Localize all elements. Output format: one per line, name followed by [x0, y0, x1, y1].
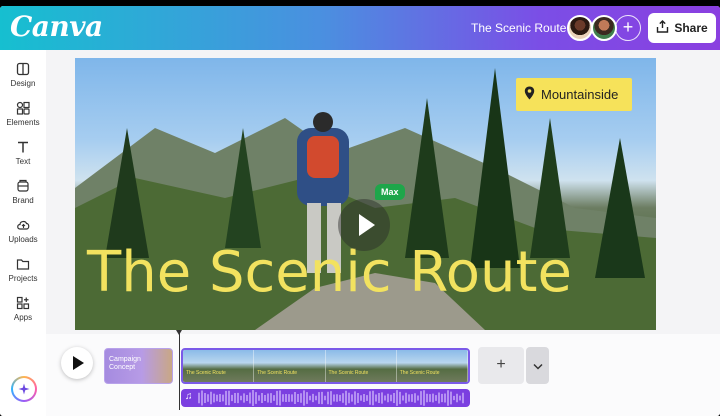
sidebar-item-label: Text [15, 157, 31, 166]
projects-icon [16, 255, 30, 273]
sidebar-item-label: Elements [6, 118, 40, 127]
sidebar-item-brand[interactable]: Brand [0, 177, 46, 213]
add-collaborator-button[interactable]: + [615, 15, 641, 41]
collaborator-avatar[interactable] [567, 15, 593, 41]
app-window: Canva The Scenic Route + Share Design El… [0, 6, 720, 416]
brand-icon [16, 177, 30, 195]
clip-thumbnail: The Scenic Route [396, 350, 468, 382]
music-note-icon: ♫ [185, 391, 193, 402]
sparkle-icon [13, 378, 35, 400]
clip-thumbnail: The Scenic Route [183, 350, 255, 382]
headline-text[interactable]: The Scenic Route [87, 240, 572, 305]
sidebar-item-label: Uploads [8, 235, 38, 244]
sidebar-item-text[interactable]: Text [0, 138, 46, 174]
timeline-clip-main[interactable]: The Scenic Route The Scenic Route The Sc… [181, 348, 470, 384]
location-pin-icon [524, 86, 535, 103]
audio-track[interactable]: ♫ [181, 389, 470, 407]
magic-assistant-button[interactable] [11, 376, 37, 402]
sidebar-item-apps[interactable]: Apps [0, 294, 46, 330]
collaborator-avatar[interactable] [591, 15, 617, 41]
timeline-options-button[interactable] [526, 347, 549, 384]
collaborator-cursor: Max [375, 184, 405, 200]
uploads-icon [16, 216, 31, 234]
sidebar-item-design[interactable]: Design [0, 60, 46, 96]
elements-icon [16, 99, 30, 117]
location-tag-label: Mountainside [541, 87, 619, 102]
clip-thumbnail: The Scenic Route [254, 350, 326, 382]
text-icon [16, 138, 30, 156]
timeline-play-button[interactable] [61, 347, 93, 379]
top-bar: Canva The Scenic Route + Share [0, 6, 720, 50]
sidebar-item-label: Projects [8, 274, 38, 283]
chevron-down-icon [532, 357, 543, 375]
sidebar-item-projects[interactable]: Projects [0, 255, 46, 291]
sidebar: Design Elements Text Brand Uploads Proje… [0, 50, 46, 416]
timeline-clip-intro[interactable]: Campaign Concept [104, 348, 173, 384]
share-button[interactable]: Share [648, 13, 716, 43]
clip-title: Campaign Concept [109, 356, 141, 371]
document-title[interactable]: The Scenic Route [471, 21, 566, 35]
share-icon [656, 20, 669, 36]
sidebar-item-uploads[interactable]: Uploads [0, 216, 46, 252]
sidebar-item-elements[interactable]: Elements [0, 99, 46, 135]
sidebar-item-label: Apps [13, 313, 33, 322]
design-canvas[interactable]: Mountainside The Scenic Route Max [75, 58, 656, 330]
sidebar-item-label: Brand [12, 196, 34, 205]
audio-waveform [198, 390, 464, 406]
playhead[interactable] [176, 330, 182, 410]
apps-icon [16, 294, 30, 312]
add-clip-button[interactable]: + [478, 347, 524, 384]
clip-thumbnail: The Scenic Route [325, 350, 397, 382]
design-icon [16, 60, 30, 78]
video-play-button[interactable] [338, 199, 390, 251]
location-tag[interactable]: Mountainside [516, 78, 632, 111]
canva-logo[interactable]: Canva [10, 10, 103, 43]
sidebar-item-label: Design [10, 79, 36, 88]
share-label: Share [674, 21, 708, 35]
